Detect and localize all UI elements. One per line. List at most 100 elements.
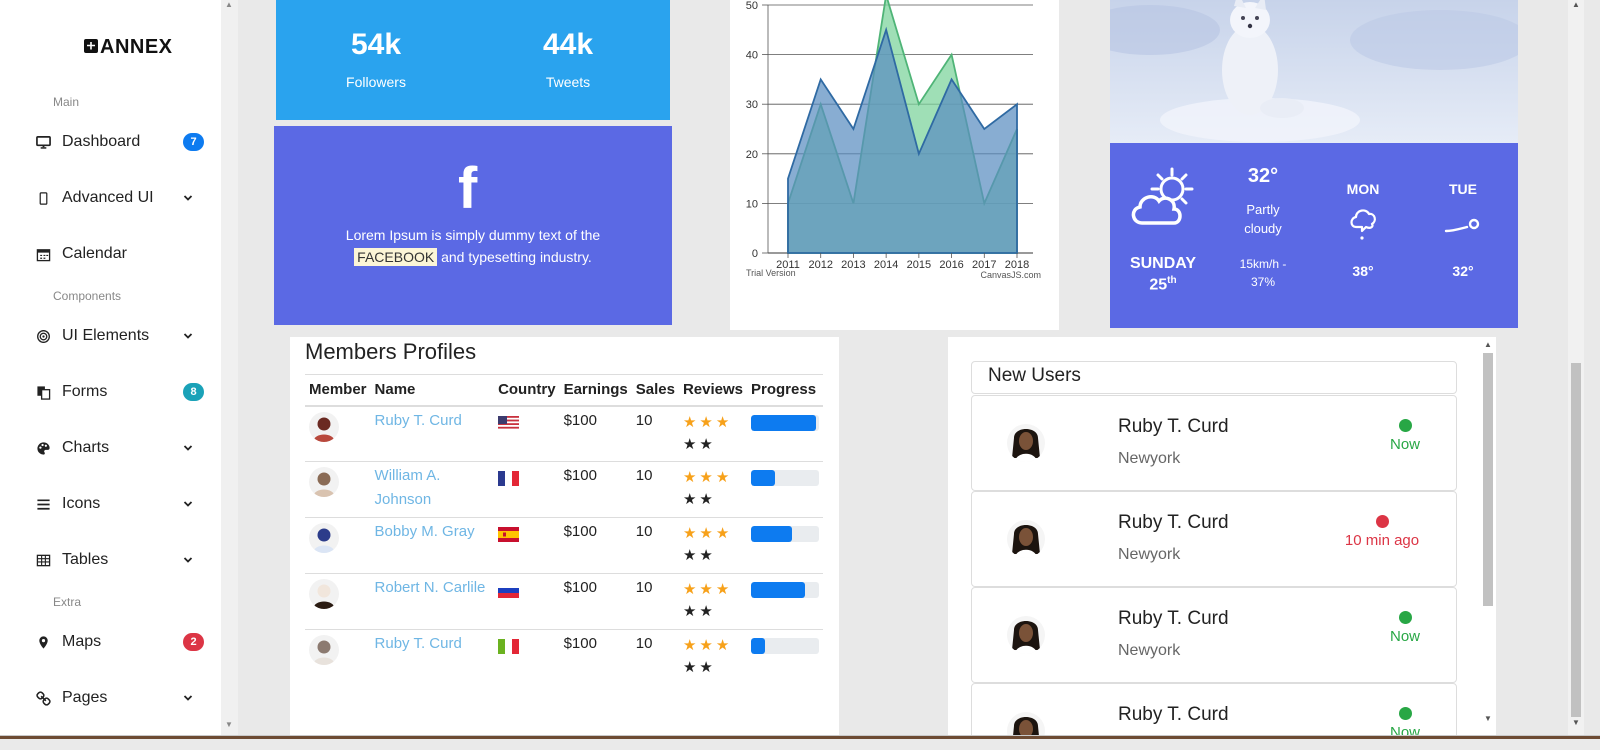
scroll-down-arrow-icon[interactable]: ▼ <box>1572 718 1580 727</box>
scroll-down-arrow-icon[interactable]: ▼ <box>1484 714 1492 723</box>
y-tick-label: 20 <box>746 149 758 161</box>
sidebar-item-label: Tables <box>62 551 109 568</box>
member-reviews-cell: ★★★ ★★ <box>678 573 747 630</box>
sidebar-scrollbar[interactable]: ▲ ▼ <box>221 0 238 750</box>
bars-icon <box>34 495 52 513</box>
avatar <box>1007 424 1045 462</box>
x-tick-label: 2014 <box>874 259 898 271</box>
progress-fill <box>751 414 816 431</box>
section-label-extra: Extra <box>53 595 82 609</box>
y-tick-label: 10 <box>746 198 758 210</box>
scrollbar-thumb[interactable] <box>1571 363 1581 717</box>
notification-badge: 8 <box>183 383 204 401</box>
page-scrollbar[interactable]: ▲ ▼ <box>1568 0 1584 735</box>
sidebar-item-label: Charts <box>62 439 110 456</box>
member-reviews-cell: ★★★ ★★ <box>678 405 747 462</box>
star-icon: ★ <box>699 603 716 620</box>
status-dot <box>1399 419 1412 432</box>
member-name-link[interactable]: Robert N. Carlile <box>375 576 491 600</box>
member-earnings-cell: $100 <box>559 461 632 518</box>
member-progress-cell <box>747 573 823 630</box>
member-reviews-cell: ★★★ ★★ <box>679 630 747 686</box>
sidebar-item-calendar[interactable]: Calendar <box>34 239 204 269</box>
status-dot <box>1376 515 1389 528</box>
list-item[interactable]: Ruby T. CurdNewyorkNow <box>971 395 1457 491</box>
scroll-up-arrow-icon[interactable]: ▲ <box>1572 0 1580 9</box>
sidebar: ANNEX Main Components Extra Dashboard 7 … <box>0 0 221 750</box>
star-icon: ★ <box>682 581 700 598</box>
member-avatar-cell <box>305 405 371 462</box>
member-sales-cell: 10 <box>631 461 679 518</box>
sidebar-item-label: Maps <box>62 633 102 650</box>
user-city: Newyork <box>1118 450 1181 467</box>
member-reviews-cell: ★★★ ★★ <box>678 461 747 518</box>
member-name-cell: Bobby M. Gray <box>370 517 495 574</box>
star-icon: ★ <box>682 637 700 654</box>
members-profiles-card: Members Profiles Member Name Country Ear… <box>290 337 839 735</box>
star-icon: ★ <box>682 547 700 564</box>
calendar-icon <box>34 245 52 263</box>
sidebar-item-dashboard[interactable]: Dashboard 7 <box>34 127 204 157</box>
user-status: Now <box>1389 436 1420 453</box>
star-icon: ★ <box>682 525 700 542</box>
member-country-cell <box>494 630 560 686</box>
forecast-day: TUE <box>1449 181 1477 197</box>
member-earnings-cell: $100 <box>559 405 632 462</box>
weather-day-name: SUNDAY <box>1129 255 1197 272</box>
scroll-down-arrow-icon[interactable]: ▼ <box>225 720 233 729</box>
cloud-rain-icon <box>1333 205 1393 245</box>
scroll-up-arrow-icon[interactable]: ▲ <box>1484 340 1492 349</box>
user-city: Newyork <box>1118 546 1181 563</box>
list-item[interactable]: Ruby T. CurdNewyorkNow <box>971 683 1457 735</box>
followers-stat: 54k Followers <box>301 28 451 90</box>
weather-date-suffix: th <box>1167 275 1177 286</box>
forecast-tue: TUE 32° <box>1433 181 1493 279</box>
member-name-link[interactable]: William A. Johnson <box>375 464 491 512</box>
member-sales-cell: 10 <box>631 405 679 462</box>
sidebar-item-advanced-ui[interactable]: Advanced UI <box>34 183 204 213</box>
member-name-link[interactable]: Ruby T. Curd <box>375 409 491 433</box>
col-reviews: Reviews <box>678 374 747 407</box>
avatar <box>1007 520 1045 558</box>
member-country-cell <box>494 517 560 574</box>
scrollbar-thumb[interactable] <box>1483 353 1493 606</box>
scroll-up-arrow-icon[interactable]: ▲ <box>225 0 233 9</box>
member-name-link[interactable]: Ruby T. Curd <box>375 632 491 656</box>
forecast-mon: MON 38° <box>1333 181 1393 279</box>
star-icon: ★ <box>699 525 716 542</box>
wind-humidity: 15km/h - 37% <box>1239 257 1287 289</box>
sidebar-item-pages[interactable]: Pages <box>34 683 204 713</box>
sidebar-item-label: Advanced UI <box>62 189 154 206</box>
star-icon: ★ <box>699 413 716 431</box>
list-item[interactable]: Ruby T. Curd Newyork 10 min ago <box>971 491 1457 587</box>
x-tick-label: 2016 <box>939 259 963 271</box>
country-flag-es-icon <box>498 527 520 542</box>
sidebar-item-label: UI Elements <box>62 327 150 344</box>
brand-logo[interactable]: ANNEX <box>84 36 173 59</box>
facebook-highlight: FACEBOOK <box>354 248 438 266</box>
member-name-link[interactable]: Bobby M. Gray <box>375 520 491 544</box>
col-earnings: Earnings <box>559 374 632 407</box>
sidebar-item-maps[interactable]: Maps 2 <box>34 627 204 657</box>
new-users-scrollbar[interactable]: ▲ ▼ <box>1480 340 1496 735</box>
sidebar-item-charts[interactable]: Charts <box>34 433 204 463</box>
star-icon: ★ <box>682 659 700 676</box>
member-avatar-cell <box>305 461 371 518</box>
list-item[interactable]: Ruby T. CurdNewyorkNow <box>971 587 1457 683</box>
facebook-text: Lorem Ipsum is simply dummy text of the … <box>314 224 632 268</box>
brand-icon <box>84 38 98 53</box>
chart-watermark-left: Trial Version <box>746 268 796 278</box>
avatar <box>309 523 339 553</box>
sidebar-item-ui-elements[interactable]: UI Elements <box>34 321 204 351</box>
member-sales-cell: 10 <box>635 635 653 652</box>
table-row: Ruby T. Curd $100 10 ★★★ ★★ <box>305 630 823 686</box>
col-sales: Sales <box>631 374 679 407</box>
col-member: Member <box>305 374 371 407</box>
sidebar-item-tables[interactable]: Tables <box>34 545 204 575</box>
rating-stars: ★★★ ★★ <box>683 635 743 679</box>
weather-condition: Partly cloudy <box>1244 202 1282 236</box>
sidebar-item-icons[interactable]: Icons <box>34 489 204 519</box>
star-icon: ★ <box>682 469 700 486</box>
progress-bar <box>751 470 819 486</box>
sidebar-item-forms[interactable]: Forms 8 <box>34 377 204 407</box>
